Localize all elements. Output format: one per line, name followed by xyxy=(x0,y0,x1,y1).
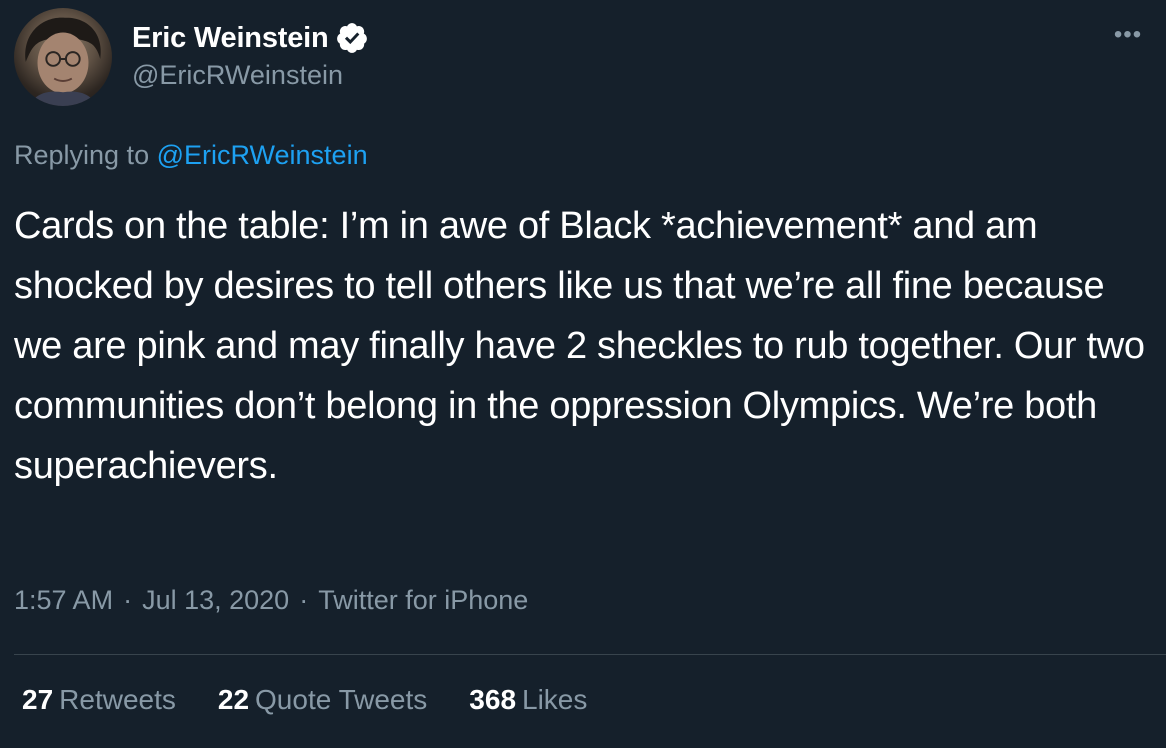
tweet-time[interactable]: 1:57 AM xyxy=(14,585,113,616)
quote-tweets-stat[interactable]: 22 Quote Tweets xyxy=(218,684,427,716)
retweets-label: Retweets xyxy=(59,684,176,715)
verified-badge-icon xyxy=(336,23,367,53)
replying-to: Replying to @EricRWeinstein xyxy=(14,140,368,171)
divider xyxy=(14,654,1166,655)
likes-count: 368 xyxy=(469,684,517,715)
replying-prefix: Replying to xyxy=(14,140,150,170)
author-handle[interactable]: @EricRWeinstein xyxy=(132,60,343,91)
quote-tweets-label: Quote Tweets xyxy=(255,684,428,715)
avatar-portrait-icon xyxy=(25,17,101,106)
more-dots-icon[interactable]: ••• xyxy=(1110,20,1146,50)
retweets-count: 27 xyxy=(22,684,54,715)
meta-separator: · xyxy=(123,585,133,615)
likes-stat[interactable]: 368 Likes xyxy=(469,684,587,716)
tweet-meta: 1:57 AM · Jul 13, 2020 · Twitter for iPh… xyxy=(14,585,528,616)
tweet-stats: 27 Retweets 22 Quote Tweets 368 Likes xyxy=(22,684,629,716)
author-display-name[interactable]: Eric Weinstein xyxy=(132,22,329,55)
tweet-text: Cards on the table: I’m in awe of Black … xyxy=(14,205,1156,487)
tweet-date[interactable]: Jul 13, 2020 xyxy=(142,585,289,616)
tweet-card: Eric Weinstein @EricRWeinstein ••• Reply… xyxy=(0,0,1166,748)
tweet-source[interactable]: Twitter for iPhone xyxy=(318,585,528,616)
avatar[interactable] xyxy=(14,8,112,106)
quote-tweets-count: 22 xyxy=(217,684,250,715)
reply-mention-link[interactable]: @EricRWeinstein xyxy=(157,140,368,170)
likes-label: Likes xyxy=(522,684,588,715)
author-name-row[interactable]: Eric Weinstein xyxy=(132,18,369,58)
retweets-stat[interactable]: 27 Retweets xyxy=(22,684,176,716)
meta-separator: · xyxy=(299,585,309,615)
